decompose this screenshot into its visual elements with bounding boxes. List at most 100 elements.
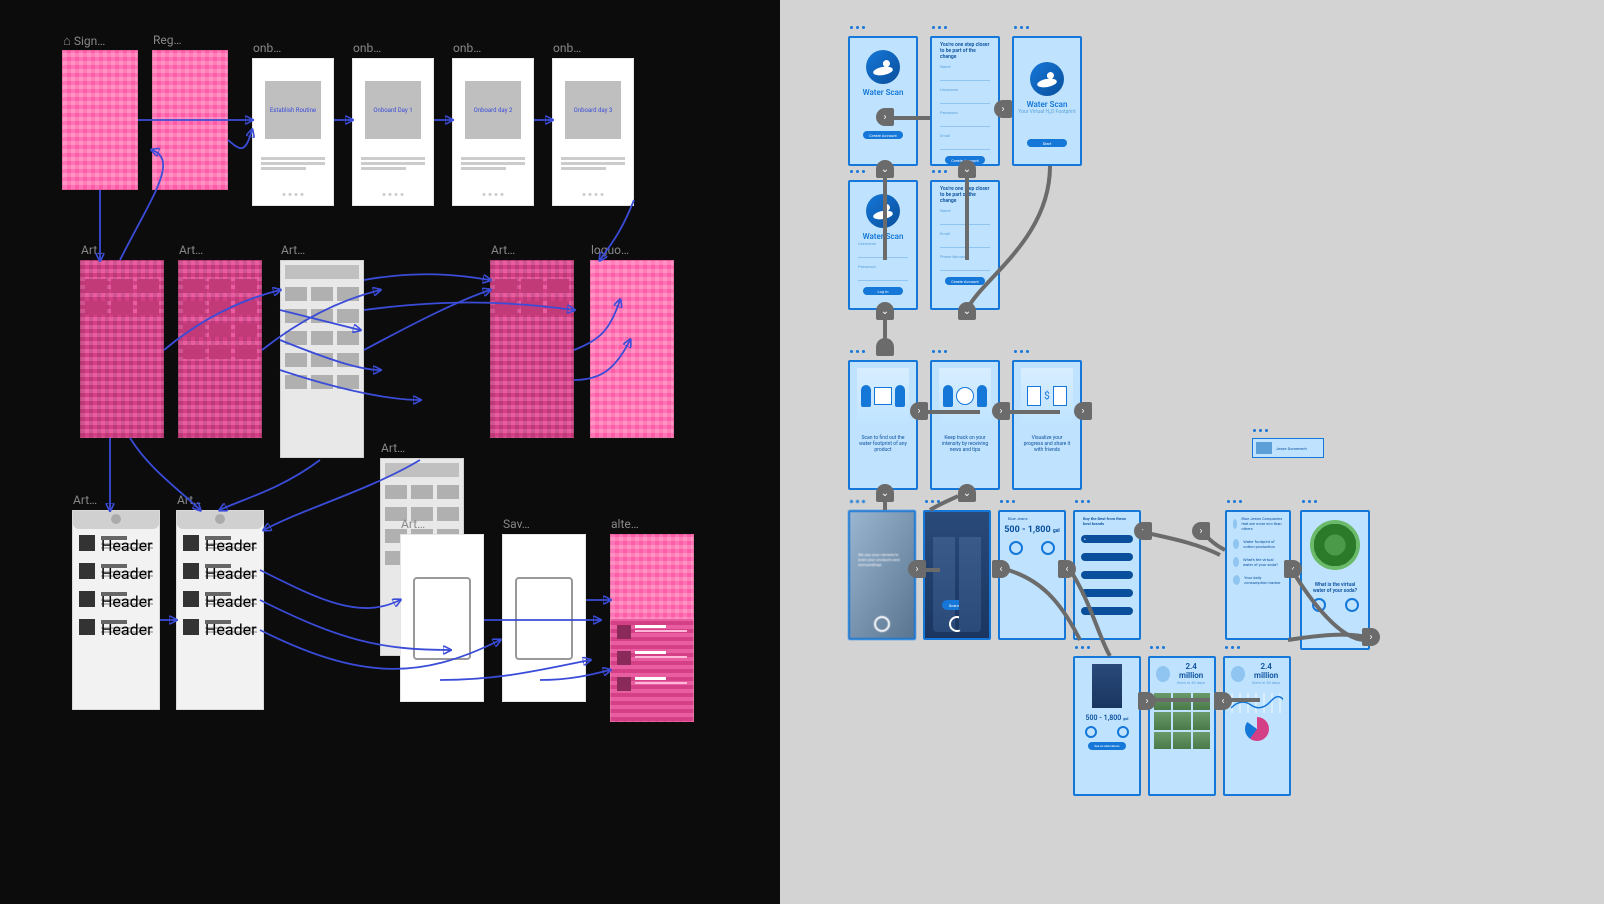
screen-onb-track[interactable]: Keep track on your intensity by receivin… (930, 360, 1000, 490)
screen-feed[interactable]: Buy the Best from these best brands ● (1073, 510, 1141, 640)
signup-heading: You're one step closer to be part of the… (932, 38, 998, 64)
list-item[interactable]: Header (177, 613, 263, 641)
artboard-onb4[interactable]: onb… Onboard day 3 (552, 58, 634, 206)
artboard-save[interactable]: Sav… (502, 534, 586, 702)
screen-login[interactable]: Water Scan Username Password Log In (848, 180, 918, 310)
artboard-dots (1253, 429, 1268, 432)
list-item[interactable]: Header (73, 529, 159, 557)
shutter-button[interactable] (949, 616, 965, 632)
onb-dots (283, 193, 304, 196)
onb-dots (583, 193, 604, 196)
onb-illustration (857, 368, 910, 425)
alternatives-button[interactable]: See an alternatives (1088, 742, 1126, 750)
news-item[interactable]: What's the virtual water of your soda? (1227, 553, 1289, 571)
onb-dots (383, 193, 404, 196)
phone-field[interactable] (940, 265, 990, 271)
screen-onb-scan[interactable]: Scan to find out the water footprint of … (848, 360, 918, 490)
app-title: Water Scan (850, 232, 916, 241)
artboard-label: Art… (81, 243, 105, 257)
list-item[interactable]: Header (177, 557, 263, 585)
name-field[interactable] (940, 75, 990, 81)
artboard-onb1[interactable]: onb… Establish Routine (252, 58, 334, 206)
explore-image (1310, 520, 1360, 570)
news-item[interactable]: Blue Jeans Companies that are more eco t… (1227, 512, 1289, 535)
shutter-button[interactable] (874, 616, 890, 632)
list-header (73, 511, 159, 529)
screen-news[interactable]: Blue Jeans Companies that are more eco t… (1225, 510, 1291, 640)
flow-arrow-icon: ‹ (1284, 560, 1302, 578)
line-chart (1231, 693, 1283, 713)
wireframe-canvas-left[interactable]: Sign… Reg… onb… Establish Routine onb… O… (0, 0, 780, 904)
email-field[interactable] (940, 144, 990, 150)
screen-welcome[interactable]: Water Scan Create Account (848, 36, 918, 166)
screen-scanning[interactable]: Scanning (923, 510, 991, 640)
photo-grid[interactable] (1150, 689, 1214, 753)
flow-arrow-icon: › (908, 560, 926, 578)
screen-camera[interactable]: We use your camera to scan your products… (848, 510, 916, 640)
onb-placeholder: Onboard day 2 (465, 81, 521, 139)
pie-chart (1245, 717, 1269, 741)
field-label: Password (940, 110, 998, 115)
list-item[interactable]: Header (73, 585, 159, 613)
news-item[interactable]: Your daily consumption tracker (1227, 571, 1289, 589)
list-item[interactable]: Header (177, 585, 263, 613)
mini-name: Jesse Domenech (1276, 446, 1307, 451)
password-field[interactable] (858, 275, 908, 281)
screen-signup[interactable]: You're one step closer to be part of the… (930, 36, 1000, 166)
artboard-dots (925, 500, 940, 503)
artboard-list-1[interactable]: Art… Header Header Header Header (72, 510, 160, 710)
artboard-onb3[interactable]: onb… Onboard day 2 (452, 58, 534, 206)
artboard-label: loguo… (591, 243, 629, 257)
mini-profile-card[interactable]: Jesse Domenech (1252, 438, 1324, 458)
profile-header: 2.4 millionliters in 30 days (1225, 658, 1289, 689)
login-button[interactable]: Log In (863, 287, 903, 295)
artboard-signin[interactable]: Sign… (62, 50, 138, 190)
artboard-label: Art… (73, 493, 97, 507)
list-item[interactable]: Header (73, 613, 159, 641)
flow-arrow-icon: ⌄ (876, 160, 894, 178)
artboard-dots (1000, 500, 1015, 503)
flow-arrow-icon: › (994, 100, 1012, 118)
screen-result[interactable]: Blue Jeans 500 - 1,800 gal (998, 510, 1066, 640)
onb-caption: Visualize your progress and share it wit… (1014, 431, 1080, 457)
artboard-scan-1[interactable]: Art… (400, 534, 484, 702)
screen-stats[interactable]: 2.4 millionliters in 30 days (1223, 656, 1291, 796)
scan-hint: We use your camera to scan your products… (850, 548, 914, 571)
list-item[interactable]: Header (73, 557, 159, 585)
screen-profile-grid[interactable]: 2.4 millionliters in 30 days (1148, 656, 1216, 796)
screen-signup-2[interactable]: You're one step closer to be part of the… (930, 180, 1000, 310)
scan-frame (515, 577, 572, 660)
artboard-onb2[interactable]: onb… Onboard Day 1 (352, 58, 434, 206)
artboard-alte[interactable]: alte… (610, 534, 694, 722)
news-item[interactable]: Water footprint of cotton production (1227, 535, 1289, 553)
mockup-canvas-right[interactable]: Water Scan Create Account You're one ste… (780, 0, 1604, 904)
artboard-label: Reg… (153, 33, 182, 47)
field-label: Email (940, 231, 998, 236)
screen-onb-share[interactable]: $ Visualize your progress and share it w… (1012, 360, 1082, 490)
product-image (1092, 664, 1122, 708)
field-label: Email (940, 133, 998, 138)
field-label: Name (940, 208, 998, 213)
artboard-art-r2-2[interactable]: Art… (178, 260, 262, 438)
password-field[interactable] (940, 121, 990, 127)
screen-explore[interactable]: What is the virtual water of your soda? (1300, 510, 1370, 650)
create-button[interactable]: Create Account (945, 277, 985, 285)
screen-product-detail[interactable]: 500 - 1,800 gal See an alternatives (1073, 656, 1141, 796)
name-field[interactable] (940, 219, 990, 225)
screen-splash[interactable]: Water Scan Your Virtual H₂O Footprint St… (1012, 36, 1082, 166)
username-field[interactable] (858, 252, 908, 258)
artboard-list-2[interactable]: Art… Header Header Header Header (176, 510, 264, 710)
artboard-art-r2-5[interactable]: Art… (490, 260, 574, 438)
artboard-register[interactable]: Reg… (152, 50, 228, 190)
flow-arrow-icon: › (992, 402, 1010, 420)
onb-illustration: $ (1021, 368, 1074, 425)
artboard-art-r2-1[interactable]: Art… (80, 260, 164, 438)
start-button[interactable]: Start (1027, 139, 1067, 147)
create-button[interactable]: Create Account (863, 131, 903, 139)
email-field[interactable] (940, 242, 990, 248)
list-item[interactable]: Header (177, 529, 263, 557)
artboard-logout[interactable]: loguo… (590, 260, 674, 438)
artboard-art-r2-3[interactable]: Art… (280, 260, 364, 458)
username-field[interactable] (940, 98, 990, 104)
onb-illustration (939, 368, 992, 425)
